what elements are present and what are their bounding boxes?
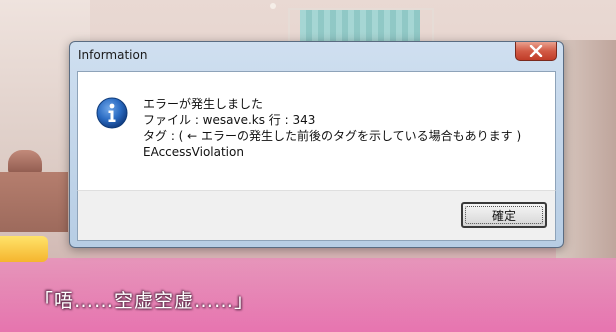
- background-light: [270, 3, 276, 9]
- dialogue-text: 「唔……空虚空虚……」: [34, 290, 255, 312]
- info-icon: [96, 97, 128, 129]
- game-screen: 「唔……空虚空虚……」 Information エラーが発生しました ファイル …: [0, 0, 616, 332]
- background-lamp: [8, 150, 42, 174]
- error-message: エラーが発生しました ファイル : wesave.ks 行 : 343 タグ :…: [143, 96, 521, 160]
- message-line: ファイル : wesave.ks 行 : 343: [143, 113, 316, 127]
- dialog-title: Information: [78, 48, 148, 62]
- message-line: EAccessViolation: [143, 145, 244, 159]
- background-right-curtain: [556, 40, 616, 260]
- dialog-titlebar[interactable]: Information: [70, 42, 563, 68]
- message-line: タグ : ( ← エラーの発生した前後のタグを示している場合もあります ): [143, 129, 522, 143]
- focus-ring: [465, 206, 543, 224]
- error-dialog: Information エラーが発生しました ファイル: wesave.ks …: [69, 41, 564, 248]
- name-tab: [0, 236, 48, 262]
- close-icon: [529, 45, 543, 57]
- background-table: [0, 172, 68, 232]
- message-line: エラーが発生しました: [143, 97, 264, 111]
- close-button[interactable]: [515, 42, 557, 61]
- ok-button[interactable]: 確定: [461, 202, 547, 228]
